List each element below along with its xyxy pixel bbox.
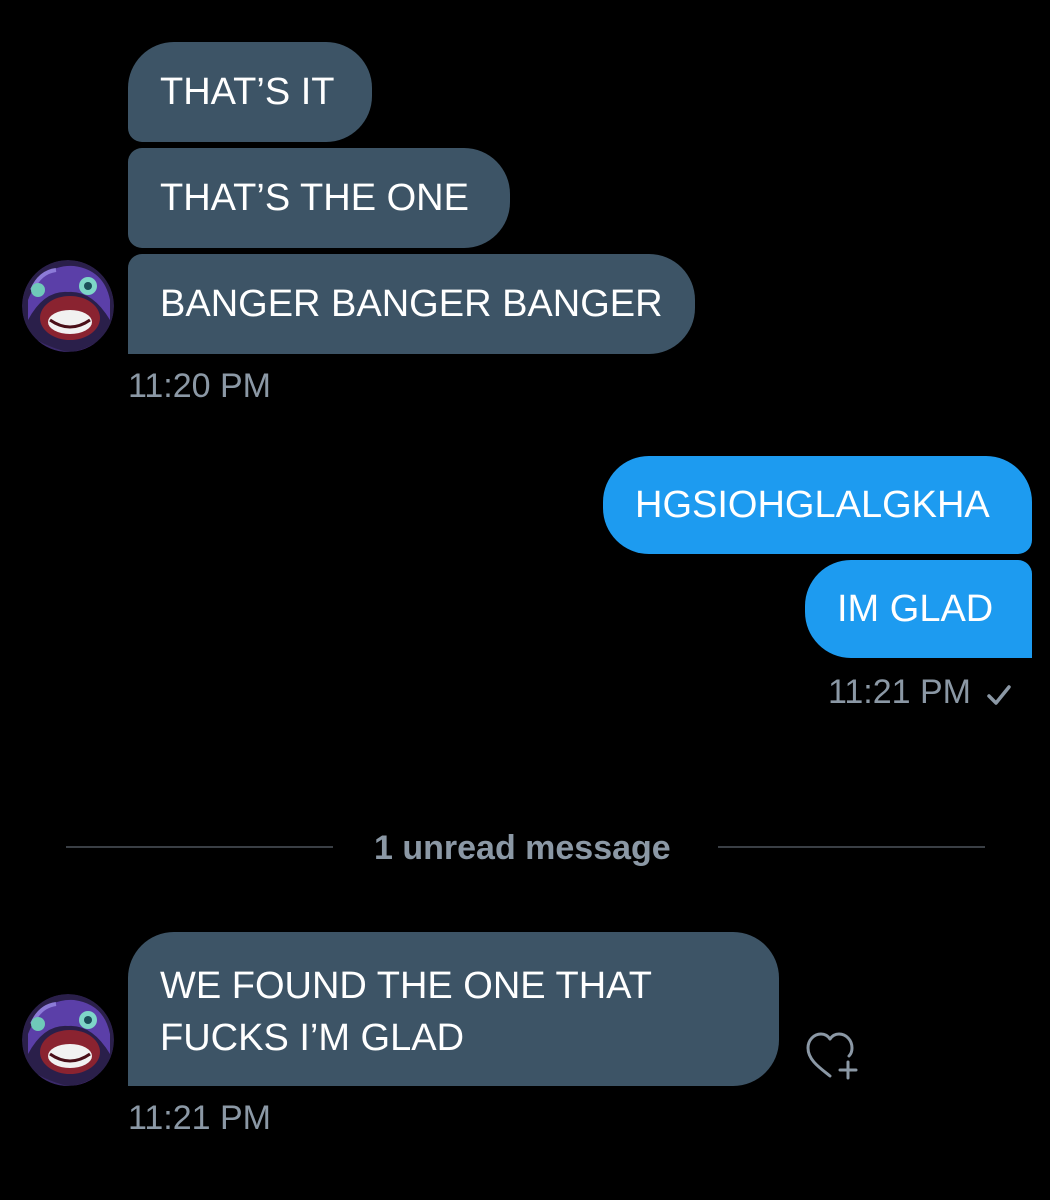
message-text: HGSIOHGLALGKHA xyxy=(635,484,990,526)
timestamp-text: 11:21 PM xyxy=(828,673,972,711)
unread-divider-label: 1 unread message xyxy=(374,829,671,867)
divider-line-right xyxy=(718,846,985,848)
outgoing-message[interactable]: HGSIOHGLALGKHA xyxy=(603,456,1032,554)
add-reaction-button[interactable] xyxy=(802,1026,862,1086)
message-text: THAT’S IT xyxy=(160,71,335,113)
avatar-image xyxy=(22,260,114,352)
message-text-line: FUCKS I’M GLAD xyxy=(160,1017,465,1059)
message-timestamp: 11:21 PM xyxy=(128,1099,272,1137)
message-text: THAT’S THE ONE xyxy=(160,177,469,219)
incoming-message[interactable]: WE FOUND THE ONE THAT FUCKS I’M GLAD xyxy=(128,932,779,1086)
divider-line-left xyxy=(66,846,333,848)
dm-conversation: THAT’S IT THAT’S THE ONE BANGER BANGER B… xyxy=(0,0,1050,1200)
avatar-image xyxy=(22,994,114,1086)
avatar[interactable] xyxy=(22,994,114,1086)
heart-plus-icon xyxy=(806,1032,858,1080)
check-icon xyxy=(985,678,1013,706)
outgoing-message[interactable]: IM GLAD xyxy=(805,560,1032,658)
message-text: IM GLAD xyxy=(837,588,994,630)
message-timestamp: 11:20 PM xyxy=(128,367,272,405)
message-text-line: WE FOUND THE ONE THAT xyxy=(160,965,652,1007)
message-timestamp: 11:21 PM xyxy=(828,672,1013,712)
message-text: BANGER BANGER BANGER xyxy=(160,283,663,325)
avatar[interactable] xyxy=(22,260,114,352)
incoming-message[interactable]: BANGER BANGER BANGER xyxy=(128,254,695,354)
incoming-message[interactable]: THAT’S THE ONE xyxy=(128,148,510,248)
incoming-message[interactable]: THAT’S IT xyxy=(128,42,372,142)
